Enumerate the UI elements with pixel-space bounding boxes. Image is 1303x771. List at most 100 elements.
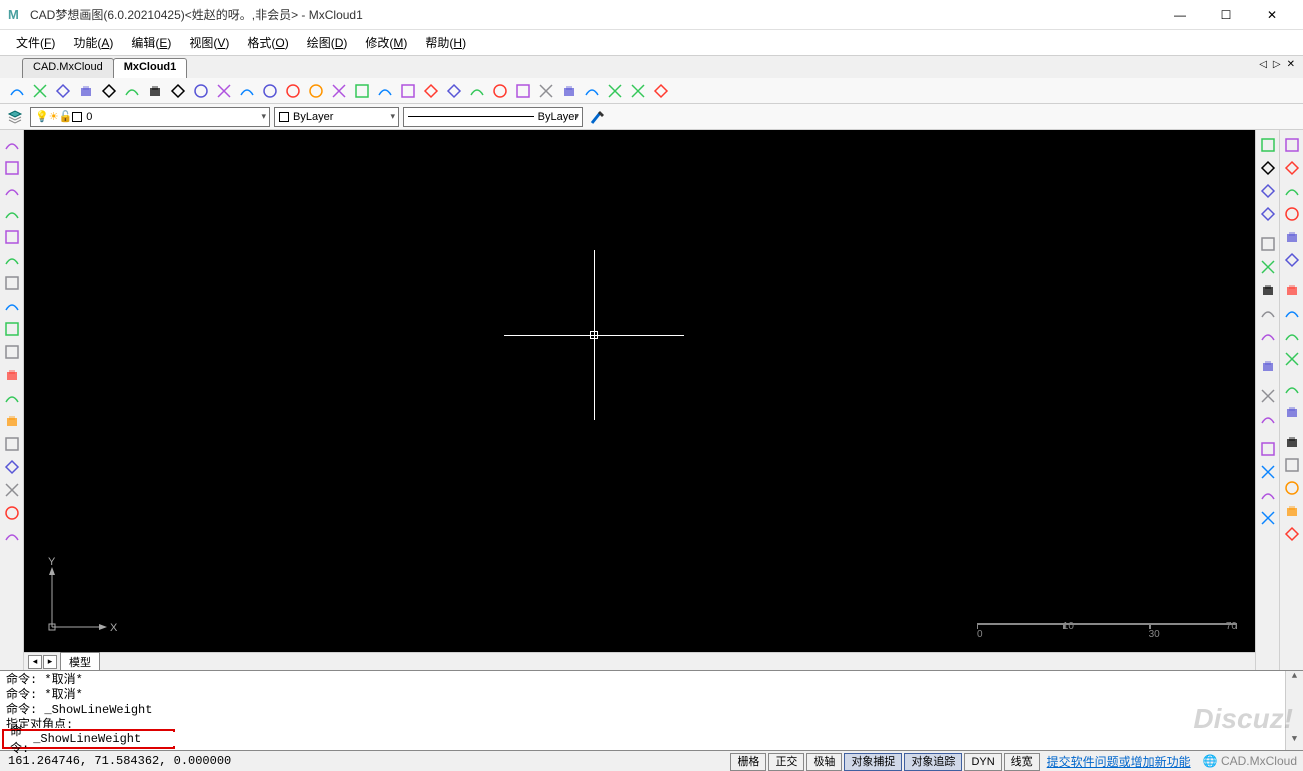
polygon-button[interactable] (1, 203, 23, 225)
block-button[interactable] (443, 80, 465, 102)
chain-button[interactable] (1281, 477, 1303, 499)
mirror-v-button[interactable] (1281, 302, 1303, 324)
arc-tan-button[interactable] (1257, 302, 1279, 324)
zoom-ext-button[interactable] (167, 80, 189, 102)
revcloud-button[interactable] (1, 318, 23, 340)
pdf-button[interactable] (627, 80, 649, 102)
rotate-button[interactable] (1281, 203, 1303, 225)
new-button[interactable] (6, 80, 28, 102)
refresh-button[interactable] (1281, 157, 1303, 179)
scroll-up-button[interactable]: ▲ (1292, 671, 1297, 687)
block-ins-button[interactable] (1, 433, 23, 455)
hatch-ed-button[interactable] (1257, 408, 1279, 430)
saveas-button[interactable] (98, 80, 120, 102)
arc-tan2-button[interactable] (1257, 325, 1279, 347)
zoom-in-button[interactable] (144, 80, 166, 102)
copy2-button[interactable] (1257, 180, 1279, 202)
command-scrollbar[interactable]: ▲ ▼ (1285, 671, 1303, 750)
menu-e[interactable]: 编辑(E) (123, 31, 179, 54)
paste-obj-button[interactable] (1257, 203, 1279, 225)
layer-selector[interactable]: 💡 ☀ 🔓 0 ▾ (30, 107, 270, 127)
cube-button[interactable] (1281, 226, 1303, 248)
pline-button[interactable] (1, 180, 23, 202)
maximize-button[interactable]: ☐ (1203, 0, 1249, 30)
hatch-button[interactable] (374, 80, 396, 102)
plus-button[interactable] (1281, 180, 1303, 202)
zoom-realtime-button[interactable] (259, 80, 281, 102)
tab-prev-button[interactable]: ◁ (1257, 59, 1269, 70)
arc-button[interactable] (1, 249, 23, 271)
grid4-button[interactable] (1257, 233, 1279, 255)
text-button[interactable] (1, 456, 23, 478)
feedback-link[interactable]: 提交软件问题或增加新功能 (1041, 753, 1197, 770)
scroll-down-button[interactable]: ▼ (1292, 734, 1297, 750)
status-toggle-线宽[interactable]: 线宽 (1004, 753, 1040, 771)
eraser-button[interactable] (328, 80, 350, 102)
pan-button[interactable] (190, 80, 212, 102)
ellipse-arc-button[interactable] (1, 364, 23, 386)
dim-ord-button[interactable] (1257, 484, 1279, 506)
layout-prev-button[interactable]: ◂ (28, 655, 42, 669)
match-button[interactable] (1257, 355, 1279, 377)
circle-button[interactable] (1, 295, 23, 317)
highlight-button[interactable] (1281, 134, 1303, 156)
dim-button[interactable] (236, 80, 258, 102)
undo-button[interactable] (512, 80, 534, 102)
close-button[interactable]: ✕ (1249, 0, 1295, 30)
menu-h[interactable]: 帮助(H) (417, 31, 474, 54)
wrench-button[interactable] (1281, 500, 1303, 522)
scissors-button[interactable] (1281, 431, 1303, 453)
menu-o[interactable]: 格式(O) (239, 31, 296, 54)
mirror-h-button[interactable] (1257, 256, 1279, 278)
paste-button[interactable] (420, 80, 442, 102)
hammer-button[interactable] (1281, 454, 1303, 476)
target-button[interactable] (305, 80, 327, 102)
layers-button[interactable] (351, 80, 373, 102)
model-tab[interactable]: 模型 (60, 652, 100, 672)
menu-d[interactable]: 绘图(D) (299, 31, 356, 54)
extend-button[interactable] (1281, 348, 1303, 370)
tri-button[interactable] (1281, 523, 1303, 545)
xline-button[interactable] (1, 157, 23, 179)
spark-button[interactable] (1281, 401, 1303, 423)
open-button[interactable] (29, 80, 51, 102)
browser-button[interactable] (581, 80, 603, 102)
image-button[interactable] (489, 80, 511, 102)
circle-opt-button[interactable] (1, 272, 23, 294)
status-toggle-DYN[interactable]: DYN (964, 753, 1001, 771)
zoom-button[interactable] (282, 80, 304, 102)
dim-rad-button[interactable] (1257, 507, 1279, 529)
dim-lin-button[interactable] (1257, 438, 1279, 460)
line-button[interactable] (1, 134, 23, 156)
lineweight-button[interactable] (397, 80, 419, 102)
layer-manager-button[interactable] (4, 106, 26, 128)
doc-tab[interactable]: CAD.MxCloud (22, 58, 114, 78)
status-toggle-栅格[interactable]: 栅格 (730, 753, 766, 771)
linetype-selector[interactable]: ByLayer ▾ (403, 107, 583, 127)
drawing-canvas[interactable]: Y X 10 70 0 30 (24, 130, 1255, 652)
spline-button[interactable] (1, 410, 23, 432)
vtext-button[interactable] (1, 502, 23, 524)
doc-tab[interactable]: MxCloud1 (113, 58, 188, 78)
menu-m[interactable]: 修改(M) (357, 31, 415, 54)
save-button[interactable] (75, 80, 97, 102)
menu-v[interactable]: 视图(V) (181, 31, 237, 54)
status-toggle-正交[interactable]: 正交 (768, 753, 804, 771)
attrib-button[interactable] (466, 80, 488, 102)
donut-button[interactable] (1, 387, 23, 409)
measure-angle-button[interactable] (213, 80, 235, 102)
minimize-button[interactable]: — (1157, 0, 1203, 30)
copy-obj-button[interactable] (1257, 157, 1279, 179)
fillet-r-button[interactable] (1257, 279, 1279, 301)
zoom-win-button[interactable] (121, 80, 143, 102)
folder-button[interactable] (1257, 385, 1279, 407)
import-button[interactable] (52, 80, 74, 102)
palette-button[interactable] (650, 80, 672, 102)
status-toggle-极轴[interactable]: 极轴 (806, 753, 842, 771)
tab-close-button[interactable]: ✕ (1285, 59, 1297, 70)
command-input[interactable] (33, 732, 185, 746)
lineweight-button[interactable] (587, 106, 609, 128)
table-button[interactable] (1, 479, 23, 501)
redo-button[interactable] (535, 80, 557, 102)
layout-next-button[interactable]: ▸ (43, 655, 57, 669)
